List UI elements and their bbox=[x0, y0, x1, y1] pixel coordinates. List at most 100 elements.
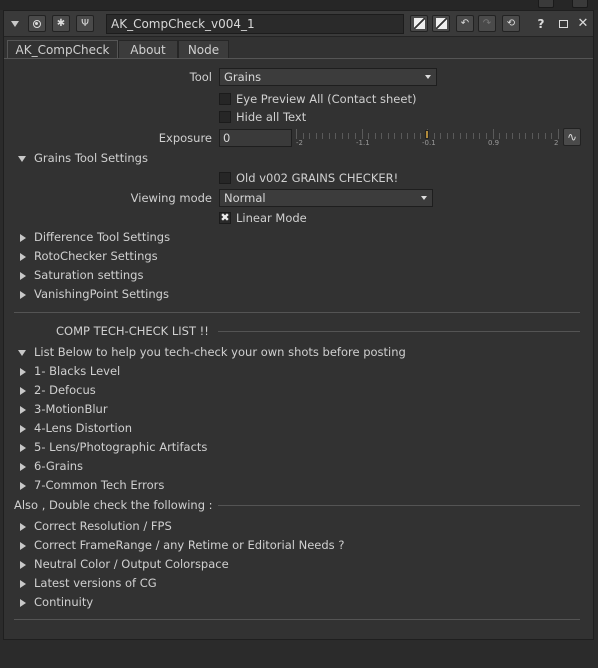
slider-tick bbox=[414, 133, 415, 139]
tool-label: Tool bbox=[189, 70, 212, 84]
divider bbox=[14, 619, 580, 620]
diagonal-slash-icon bbox=[435, 18, 447, 29]
group-collapsed-icon[interactable] bbox=[20, 272, 26, 280]
tick-label: -2 bbox=[296, 139, 303, 147]
close-icon: ✕ bbox=[577, 16, 589, 31]
slider-handle[interactable] bbox=[425, 130, 429, 139]
linear-mode-label: Linear Mode bbox=[236, 211, 307, 225]
group-collapsed-icon[interactable] bbox=[20, 234, 26, 242]
viewer-node-button[interactable] bbox=[28, 15, 46, 32]
vanishingpoint-settings-label[interactable]: VanishingPoint Settings bbox=[34, 287, 169, 301]
checklist-item-defocus[interactable]: 2- Defocus bbox=[34, 383, 96, 397]
divider bbox=[218, 505, 580, 506]
undo-button[interactable]: ↶ bbox=[456, 15, 474, 32]
slider-tick bbox=[558, 129, 559, 139]
tab-node[interactable]: Node bbox=[178, 40, 229, 58]
slider-tick bbox=[322, 133, 323, 139]
slider-tick bbox=[375, 133, 376, 139]
strip-button[interactable] bbox=[572, 0, 588, 8]
slider-tick bbox=[296, 129, 297, 139]
revert-button[interactable]: ⟲ bbox=[502, 15, 520, 32]
double-check-resolution[interactable]: Correct Resolution / FPS bbox=[34, 519, 172, 533]
checklist-intro[interactable]: List Below to help you tech-check your o… bbox=[34, 345, 406, 359]
tool-dropdown[interactable]: Grains bbox=[219, 68, 437, 86]
group-collapsed-icon[interactable] bbox=[20, 580, 26, 588]
group-collapsed-icon[interactable] bbox=[20, 444, 26, 452]
color-chip-button[interactable] bbox=[410, 15, 428, 32]
exposure-slider[interactable]: -2 -1.1 -0.1 0.9 2 bbox=[296, 127, 560, 149]
double-check-title: Also , Double check the following : bbox=[14, 498, 213, 512]
group-collapsed-icon[interactable] bbox=[20, 291, 26, 299]
color-chip-button-2[interactable] bbox=[432, 15, 450, 32]
viewing-mode-dropdown[interactable]: Normal bbox=[219, 189, 433, 207]
dropdown-arrow-icon bbox=[421, 196, 427, 200]
old-grains-checker-checkbox[interactable] bbox=[219, 172, 231, 184]
slider-tick bbox=[440, 133, 441, 139]
group-expanded-icon[interactable] bbox=[18, 156, 26, 162]
divider bbox=[218, 331, 580, 332]
help-button[interactable]: ? bbox=[532, 15, 550, 32]
rotochecker-settings-label[interactable]: RotoChecker Settings bbox=[34, 249, 158, 263]
checklist-item-blacks[interactable]: 1- Blacks Level bbox=[34, 364, 120, 378]
slider-tick bbox=[479, 133, 480, 139]
slider-tick bbox=[506, 133, 507, 139]
slider-tick bbox=[499, 133, 500, 139]
tab-underline bbox=[4, 58, 593, 59]
group-collapsed-icon[interactable] bbox=[20, 368, 26, 376]
float-window-icon bbox=[558, 19, 568, 28]
checklist-item-lens-artifacts[interactable]: 5- Lens/Photographic Artifacts bbox=[34, 440, 207, 454]
wrench-icon: Ψ bbox=[81, 18, 89, 29]
group-collapsed-icon[interactable] bbox=[20, 482, 26, 490]
collapse-arrow-icon bbox=[11, 20, 19, 27]
group-collapsed-icon[interactable] bbox=[20, 599, 26, 607]
group-expanded-icon[interactable] bbox=[18, 350, 26, 356]
animation-curve-button[interactable]: ∿ bbox=[563, 128, 581, 146]
exposure-input[interactable]: 0 bbox=[219, 129, 292, 147]
group-collapsed-icon[interactable] bbox=[20, 253, 26, 261]
tab-ak-compcheck[interactable]: AK_CompCheck bbox=[7, 40, 118, 58]
tick-label: -0.1 bbox=[422, 139, 436, 147]
close-panel-button[interactable]: ✕ bbox=[574, 15, 592, 32]
double-check-framerange[interactable]: Correct FrameRange / any Retime or Edito… bbox=[34, 538, 344, 552]
slider-tick bbox=[362, 129, 363, 139]
saturation-settings-label[interactable]: Saturation settings bbox=[34, 268, 143, 282]
group-collapsed-icon[interactable] bbox=[20, 387, 26, 395]
slider-tick bbox=[316, 133, 317, 139]
difference-settings-label[interactable]: Difference Tool Settings bbox=[34, 230, 170, 244]
node-settings-button[interactable]: Ψ bbox=[76, 15, 94, 32]
slider-tick bbox=[466, 133, 467, 139]
node-graph-button[interactable]: ✱ bbox=[52, 15, 70, 32]
eye-preview-checkbox[interactable] bbox=[219, 93, 231, 105]
group-collapsed-icon[interactable] bbox=[20, 523, 26, 531]
checklist-item-lens-distortion[interactable]: 4-Lens Distortion bbox=[34, 421, 132, 435]
strip-button[interactable] bbox=[538, 0, 554, 8]
slider-tick bbox=[381, 133, 382, 139]
float-panel-button[interactable] bbox=[554, 15, 572, 32]
tick-label: 0.9 bbox=[488, 139, 500, 147]
group-collapsed-icon[interactable] bbox=[20, 406, 26, 414]
grains-settings-label[interactable]: Grains Tool Settings bbox=[34, 151, 148, 165]
slider-tick bbox=[473, 133, 474, 139]
tab-about[interactable]: About bbox=[118, 40, 178, 58]
double-check-continuity[interactable]: Continuity bbox=[34, 595, 93, 609]
checklist-item-grains[interactable]: 6-Grains bbox=[34, 459, 83, 473]
group-collapsed-icon[interactable] bbox=[20, 561, 26, 569]
circle-dot-icon bbox=[33, 19, 41, 28]
slider-tick bbox=[407, 133, 408, 139]
group-collapsed-icon[interactable] bbox=[20, 425, 26, 433]
collapse-panel-button[interactable] bbox=[6, 15, 24, 32]
group-collapsed-icon[interactable] bbox=[20, 542, 26, 550]
checklist-item-tech-errors[interactable]: 7-Common Tech Errors bbox=[34, 478, 164, 492]
redo-button[interactable]: ↷ bbox=[478, 15, 496, 32]
linear-mode-checkbox[interactable]: ✖ bbox=[219, 212, 231, 224]
double-check-colorspace[interactable]: Neutral Color / Output Colorspace bbox=[34, 557, 229, 571]
slider-tick bbox=[519, 133, 520, 139]
exposure-label: Exposure bbox=[158, 131, 212, 145]
hide-text-checkbox[interactable] bbox=[219, 111, 231, 123]
slider-tick bbox=[447, 133, 448, 139]
redo-icon: ↷ bbox=[482, 18, 492, 29]
double-check-cg-versions[interactable]: Latest versions of CG bbox=[34, 576, 157, 590]
group-collapsed-icon[interactable] bbox=[20, 463, 26, 471]
node-name-field[interactable]: AK_CompCheck_v004_1 bbox=[106, 14, 404, 34]
checklist-item-motionblur[interactable]: 3-MotionBlur bbox=[34, 402, 108, 416]
